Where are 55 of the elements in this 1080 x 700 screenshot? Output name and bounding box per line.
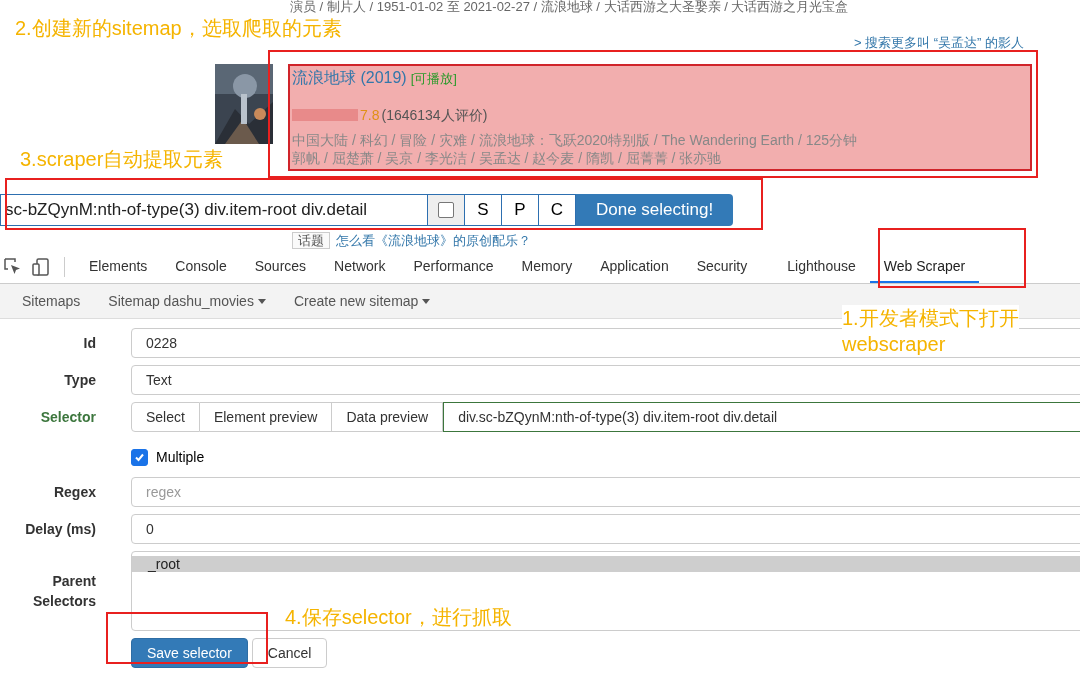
selector-field[interactable]: div.sc-bZQynM:nth-of-type(3) div.item-root div.detail — [443, 402, 1080, 432]
checkbox[interactable] — [131, 448, 148, 466]
devtools-tab[interactable]: Memory — [507, 250, 587, 283]
devtools-tab[interactable]: Console — [161, 250, 241, 283]
save-button[interactable]: Save selector — [131, 638, 248, 668]
inspect-icon[interactable] — [4, 257, 22, 276]
selector-tool-button[interactable]: Element preview — [199, 402, 333, 432]
check-icon — [134, 451, 145, 463]
credits-line: 演员 / 制片人 / 1951-01-02 至 2021-02-27 / 流浪地球 / 大话西游之大圣娶亲 / 大话西游之月光宝盒 — [289, 0, 850, 14]
selector-field[interactable]: sc-bZQynM:nth-of-type(3) div.item-root div.detail — [0, 194, 428, 226]
caret-icon — [422, 298, 431, 304]
rating-bar — [292, 109, 358, 121]
rating-score: 7.8 — [360, 106, 380, 125]
nav-item[interactable]: Sitemap dashu_movies — [96, 293, 278, 309]
annotation-text: 3.scraper自动提取元素 — [20, 147, 224, 172]
playable-tag: [可播放] — [410, 69, 457, 89]
list-option[interactable]: _root — [132, 556, 1080, 572]
selector-tool-button[interactable]: Data preview — [332, 402, 444, 432]
annotation-text: 1.开发者模式下打开 webscraper — [842, 305, 1019, 357]
toolbar-button[interactable]: S — [465, 194, 502, 226]
cast-list: 郭帆 / 屈楚萧 / 吴京 / 李光洁 / 吴孟达 / 赵今麦 / 隋凯 / 屈菁菁 / 张亦驰 — [292, 149, 1028, 167]
text-field[interactable]: 0 — [131, 514, 1080, 544]
toggle-button[interactable] — [428, 194, 465, 226]
annotation-text: 2.创建新的sitemap，选取爬取的元素 — [15, 16, 342, 41]
device-toolbar-icon[interactable] — [32, 257, 50, 276]
topic-tag: 话题 — [292, 232, 330, 249]
devtools-tab[interactable]: Lighthouse — [773, 250, 870, 283]
annotation-text: 4.保存selector，进行抓取 — [285, 605, 512, 630]
field-label: Selector — [39, 408, 97, 427]
devtools-tab[interactable]: Sources — [240, 250, 321, 283]
devtools-tab[interactable]: Network — [320, 250, 400, 283]
nav-item[interactable]: Create new sitemap — [281, 293, 443, 309]
devtools-tab[interactable]: Application — [586, 250, 683, 283]
devtools-tab[interactable]: Elements — [75, 250, 162, 283]
done-selecting-button[interactable]: Done selecting! — [576, 194, 734, 226]
type-dropdown[interactable]: Text — [131, 365, 1080, 395]
topic-link[interactable]: 怎么看《流浪地球》的原创配乐？ — [336, 233, 531, 248]
cancel-button[interactable]: Cancel — [251, 638, 328, 668]
checkbox[interactable] — [438, 202, 454, 218]
field-label: Id — [82, 334, 97, 353]
movie-info: 中国大陆 / 科幻 / 冒险 / 灾难 / 流浪地球：飞跃2020特别版 / The Wandering Earth / 125分钟 — [292, 131, 859, 149]
checkbox-label: Multiple — [156, 449, 205, 465]
selector-tool-button[interactable]: Select — [131, 402, 200, 432]
field-label: Regex — [52, 483, 97, 502]
field-label: Parent Selectors — [31, 572, 97, 611]
toolbar-button[interactable]: C — [539, 194, 576, 226]
nav-item[interactable]: Sitemaps — [10, 293, 93, 309]
caret-icon — [257, 298, 266, 304]
more-link[interactable]: > 搜索更多叫 “吴孟达” 的影人 — [853, 35, 1024, 50]
devtools-tab[interactable]: Performance — [399, 250, 508, 283]
vote-count: (1646134人评价) — [381, 106, 488, 125]
toolbar-button[interactable]: P — [502, 194, 539, 226]
field-label: Type — [63, 371, 97, 390]
devtools-tab[interactable]: Security — [682, 250, 762, 283]
field-label: Delay (ms) — [24, 520, 97, 539]
